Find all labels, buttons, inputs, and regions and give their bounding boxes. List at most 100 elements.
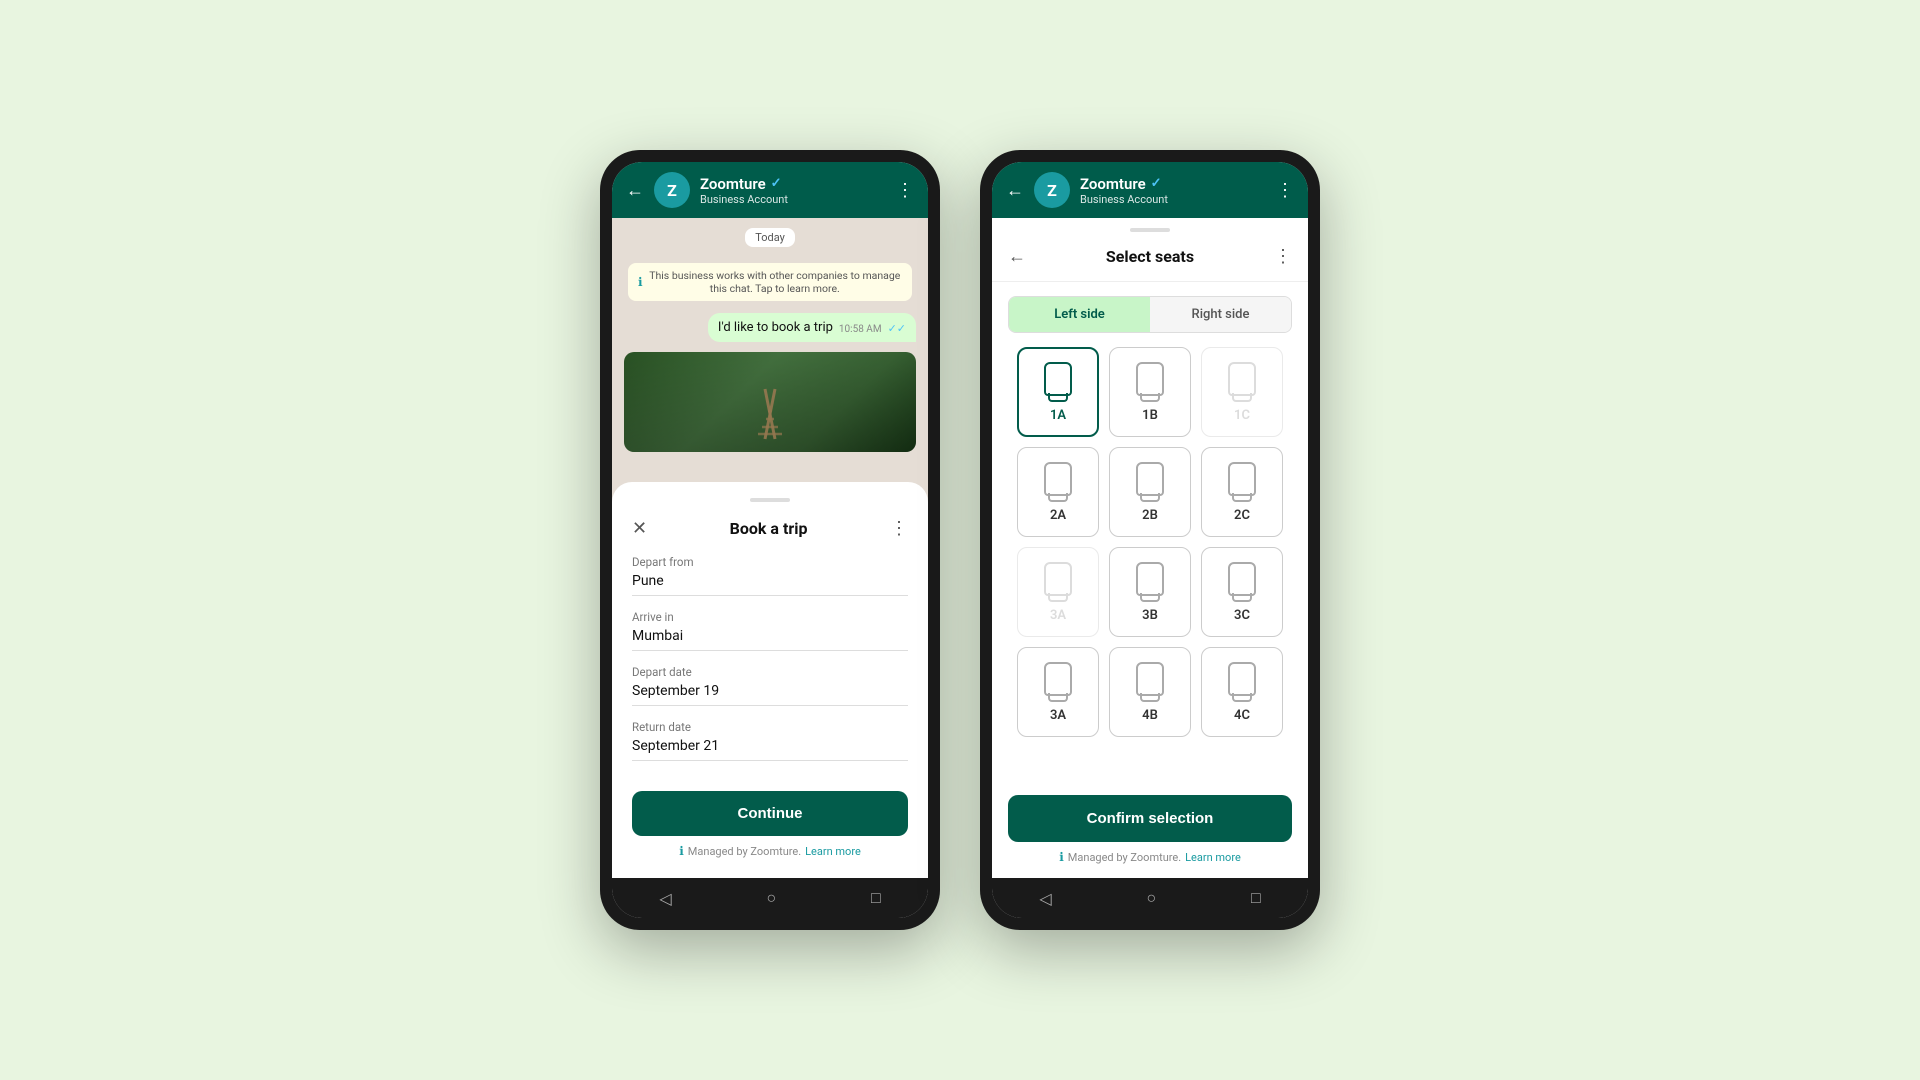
seat-selector-header: ← Select seats ⋮ (992, 232, 1308, 282)
seat-label-4C: 4C (1234, 708, 1250, 723)
contact-name: Zoomture ✓ (700, 175, 886, 193)
message-ticks: ✓✓ (888, 322, 906, 335)
seat-icon-2A (1044, 462, 1072, 496)
seat-icon-1C (1228, 362, 1256, 396)
seat-label-1A: 1A (1050, 408, 1066, 423)
tab-right-side[interactable]: Right side (1150, 297, 1291, 332)
seat-row-4: 3A 4B 4C (1008, 647, 1292, 737)
booking-sheet: ✕ Book a trip ⋮ Depart from Pune Arrive … (612, 482, 928, 878)
seat-row-3: 3A 3B 3C (1008, 547, 1292, 637)
seat-label-3A-1: 3A (1050, 608, 1066, 623)
learn-more-link-2[interactable]: Learn more (1185, 851, 1241, 864)
seat-icon-4B (1136, 662, 1164, 696)
seat-2B[interactable]: 2B (1109, 447, 1191, 537)
contact-name-2: Zoomture ✓ (1080, 175, 1266, 193)
nav-square-icon-2[interactable]: □ (1251, 888, 1261, 908)
seat-icon-1B (1136, 362, 1164, 396)
seat-3C[interactable]: 3C (1201, 547, 1283, 637)
nav-home-icon-2[interactable]: ○ (1146, 888, 1156, 908)
return-date-label: Return date (632, 720, 908, 734)
seat-4C[interactable]: 4C (1201, 647, 1283, 737)
seat-icon-1A (1044, 362, 1072, 396)
return-date-field: Return date September 21 (632, 720, 908, 761)
arrive-in-label: Arrive in (632, 610, 908, 624)
seat-1A[interactable]: 1A (1017, 347, 1099, 437)
nav-home-icon[interactable]: ○ (766, 888, 776, 908)
continue-button[interactable]: Continue (632, 791, 908, 836)
seat-icon-3B (1136, 562, 1164, 596)
managed-footer-2: ℹ Managed by Zoomture. Learn more (1008, 850, 1292, 864)
nav-back-icon-2[interactable]: ◁ (1039, 889, 1051, 908)
depart-from-field: Depart from Pune (632, 555, 908, 596)
seat-back-icon[interactable]: ← (1008, 246, 1026, 267)
managed-footer: ℹ Managed by Zoomture. Learn more (632, 844, 908, 858)
seat-3A-1: 3A (1017, 547, 1099, 637)
seat-4B[interactable]: 4B (1109, 647, 1191, 737)
chat-image (624, 352, 916, 452)
seat-grid: 1A 1B 1C 2A (992, 347, 1308, 781)
arrive-in-value[interactable]: Mumbai (632, 628, 908, 651)
seat-label-2C: 2C (1234, 508, 1250, 523)
seat-label-2B: 2B (1142, 508, 1158, 523)
avatar: Z (654, 172, 690, 208)
footer-info-icon-2: ℹ (1059, 850, 1064, 864)
footer-info-icon: ℹ (679, 844, 684, 858)
account-type-2: Business Account (1080, 193, 1266, 206)
seat-bottom: Confirm selection ℹ Managed by Zoomture.… (992, 781, 1308, 878)
phone-1: ← Z Zoomture ✓ Business Account ⋮ Today … (600, 150, 940, 930)
learn-more-link[interactable]: Learn more (805, 845, 861, 858)
seat-label-3B: 3B (1142, 608, 1158, 623)
sheet-header: ✕ Book a trip ⋮ (632, 518, 908, 539)
side-tabs: Left side Right side (1008, 296, 1292, 333)
back-icon[interactable]: ← (626, 180, 644, 201)
seat-3B[interactable]: 3B (1109, 547, 1191, 637)
account-type: Business Account (700, 193, 886, 206)
seat-icon-3A-2 (1044, 662, 1072, 696)
depart-from-value[interactable]: Pune (632, 573, 908, 596)
depart-from-label: Depart from (632, 555, 908, 569)
chat-area: Today ℹ This business works with other c… (612, 218, 928, 878)
seat-icon-4C (1228, 662, 1256, 696)
seat-row-1: 1A 1B 1C (1008, 347, 1292, 437)
seat-label-4B: 4B (1142, 708, 1158, 723)
sheet-more-icon[interactable]: ⋮ (890, 518, 908, 539)
seat-3A-2[interactable]: 3A (1017, 647, 1099, 737)
sheet-title: Book a trip (730, 519, 808, 538)
avatar-2: Z (1034, 172, 1070, 208)
tab-left-side[interactable]: Left side (1009, 297, 1150, 332)
message-time: 10:58 AM (839, 324, 882, 335)
seat-2A[interactable]: 2A (1017, 447, 1099, 537)
return-date-value[interactable]: September 21 (632, 738, 908, 761)
seat-label-1B: 1B (1142, 408, 1158, 423)
seat-icon-2C (1228, 462, 1256, 496)
seat-row-2: 2A 2B 2C (1008, 447, 1292, 537)
depart-date-value[interactable]: September 19 (632, 683, 908, 706)
phone-navbar: ◁ ○ □ (612, 878, 928, 918)
seat-2C[interactable]: 2C (1201, 447, 1283, 537)
seat-label-1C: 1C (1234, 408, 1250, 423)
seat-1C: 1C (1201, 347, 1283, 437)
system-message[interactable]: ℹ This business works with other compani… (628, 263, 912, 301)
phone-2: ← Z Zoomture ✓ Business Account ⋮ ← Sele… (980, 150, 1320, 930)
back-icon-2[interactable]: ← (1006, 180, 1024, 201)
verified-icon-2: ✓ (1151, 176, 1162, 191)
seat-more-icon[interactable]: ⋮ (1274, 246, 1292, 267)
date-badge: Today (745, 228, 795, 247)
contact-info-2: Zoomture ✓ Business Account (1080, 175, 1266, 206)
close-button[interactable]: ✕ (632, 518, 647, 539)
more-icon-2[interactable]: ⋮ (1276, 180, 1294, 201)
nav-square-icon[interactable]: □ (871, 888, 881, 908)
more-icon[interactable]: ⋮ (896, 180, 914, 201)
verified-icon: ✓ (771, 176, 782, 191)
seat-1B[interactable]: 1B (1109, 347, 1191, 437)
whatsapp-header-2: ← Z Zoomture ✓ Business Account ⋮ (992, 162, 1308, 218)
seat-label-2A: 2A (1050, 508, 1066, 523)
seat-icon-3A-1 (1044, 562, 1072, 596)
seat-icon-2B (1136, 462, 1164, 496)
depart-date-label: Depart date (632, 665, 908, 679)
seat-label-3A-2: 3A (1050, 708, 1066, 723)
confirm-selection-button[interactable]: Confirm selection (1008, 795, 1292, 842)
nav-back-icon[interactable]: ◁ (659, 889, 671, 908)
seat-label-3C: 3C (1234, 608, 1250, 623)
sheet-handle (750, 498, 790, 502)
